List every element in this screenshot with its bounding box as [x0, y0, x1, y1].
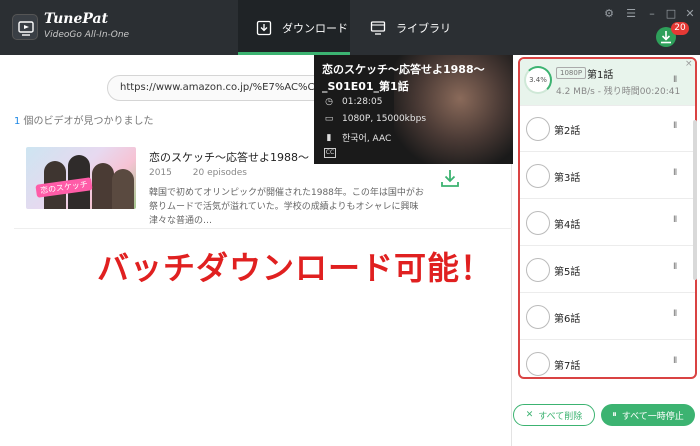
queue-item[interactable]: 第6話 II	[520, 293, 695, 340]
queue-item-label: 第5話	[554, 267, 581, 278]
pause-icon[interactable]: II	[673, 215, 677, 225]
remove-all-label: すべて削除	[538, 411, 583, 422]
status-circle	[526, 258, 550, 282]
popover-duration: ◷ 01:28:05	[324, 97, 382, 107]
download-icon	[441, 170, 459, 187]
popover-audio: ▮ 한국어, AAC	[324, 131, 392, 145]
download-arrow-icon	[661, 31, 671, 44]
pause-circle-icon: ⏸	[612, 410, 617, 420]
queue-scrollbar[interactable]	[693, 120, 697, 280]
queue-item[interactable]: 第2話 II	[520, 105, 695, 152]
progress-ring: 3.4%	[524, 66, 552, 94]
popover-audio-text: 한국어, AAC	[342, 134, 392, 144]
pause-all-button[interactable]: ⏸ すべて一時停止	[601, 404, 695, 426]
app-brand: TunePat	[44, 11, 109, 27]
queue-item[interactable]: 第4話 II	[520, 199, 695, 246]
queue-item[interactable]: 第5話 II	[520, 246, 695, 293]
queue-item-title: 第1話	[587, 70, 614, 81]
video-camera-icon: ▭	[324, 114, 334, 124]
title-bar: TunePat VideoGo All-In-One ダウンロード ライブラリ …	[0, 0, 700, 55]
pause-icon[interactable]: II	[673, 75, 677, 85]
queue-item-label: 第4話	[554, 220, 581, 231]
queue-count-badge: 20	[671, 22, 689, 35]
status-circle	[526, 117, 550, 141]
audio-icon: ▮	[326, 132, 332, 143]
tab-library[interactable]: ライブラリ	[370, 0, 480, 55]
video-meta: 2015 20 episodes	[149, 168, 247, 178]
status-circle	[526, 305, 550, 329]
queue-item-label: 第7話	[554, 361, 581, 372]
queue-item[interactable]: 第3話 II	[520, 152, 695, 199]
maximize-icon[interactable]: □	[664, 7, 678, 21]
video-info-popover: 恋のスケッチ～応答せよ1988～_S01E01_第1話 ◷ 01:28:05 ▭ 1…	[314, 55, 513, 164]
video-description: 韓国で初めてオリンピックが開催された1988年。この年は国中がお祭りムードで活気…	[149, 188, 424, 226]
queue-item-label: 第2話	[554, 126, 581, 137]
popover-quality: ▭ 1080P, 15000kbps	[324, 114, 426, 124]
close-icon[interactable]: ✕	[683, 7, 697, 21]
pause-icon[interactable]: II	[673, 121, 677, 131]
queue-item-label: 第3話	[554, 173, 581, 184]
pause-all-label: すべて一時停止	[621, 411, 684, 422]
promo-text: バッチダウンロード可能！	[97, 249, 494, 287]
monitor-icon	[370, 20, 386, 35]
pause-icon[interactable]: II	[673, 262, 677, 272]
popover-subtitle: CC	[324, 148, 344, 158]
status-circle	[526, 164, 550, 188]
remove-all-button[interactable]: ✕ すべて削除	[513, 404, 595, 426]
queue-item-speed: 4.2 MB/s - 残り時間00:20:41	[556, 87, 681, 97]
popover-title: 恋のスケッチ～応答せよ1988～_S01E01_第1話	[322, 63, 485, 93]
row-download-button[interactable]	[439, 167, 461, 189]
cc-icon: CC	[324, 148, 336, 158]
status-circle	[526, 211, 550, 235]
pause-icon[interactable]: II	[673, 309, 677, 319]
x-icon: ✕	[525, 410, 534, 420]
menu-icon[interactable]: ☰	[624, 7, 638, 21]
download-queue: 3.4% 1080P 第1話 4.2 MB/s - 残り時間00:20:41 I…	[518, 57, 697, 379]
app-logo	[12, 14, 38, 40]
minimize-icon[interactable]: –	[645, 7, 659, 21]
tab-download-label: ダウンロード	[282, 21, 348, 35]
video-year: 2015	[149, 168, 172, 178]
close-icon[interactable]: ×	[685, 59, 693, 69]
video-title: 恋のスケッチ～応答せよ1988～	[149, 151, 309, 164]
results-count: 1 個のビデオが見つかりました	[14, 112, 154, 127]
logo-icon	[18, 21, 34, 36]
pause-icon[interactable]: II	[673, 356, 677, 366]
download-icon	[256, 20, 272, 35]
video-episodes: 20 episodes	[192, 168, 247, 178]
queue-item-label: 第6話	[554, 314, 581, 325]
tab-library-label: ライブラリ	[396, 21, 451, 35]
app-subtitle: VideoGo All-In-One	[44, 30, 130, 40]
popover-quality-text: 1080P, 15000kbps	[342, 114, 427, 124]
status-circle	[526, 352, 550, 376]
pause-icon[interactable]: II	[673, 168, 677, 178]
settings-icon[interactable]: ⚙	[602, 7, 616, 21]
queue-item[interactable]: 第7話 II	[520, 340, 695, 377]
clock-icon: ◷	[325, 97, 333, 107]
video-thumbnail[interactable]: 恋のスケッチ	[26, 147, 136, 209]
quality-badge: 1080P	[556, 67, 587, 79]
results-count-text: 個のビデオが見つかりました	[20, 116, 154, 127]
tab-download[interactable]: ダウンロード	[238, 0, 350, 55]
queue-item-active[interactable]: 3.4% 1080P 第1話 4.2 MB/s - 残り時間00:20:41 I…	[520, 59, 695, 106]
popover-duration-text: 01:28:05	[342, 97, 383, 107]
